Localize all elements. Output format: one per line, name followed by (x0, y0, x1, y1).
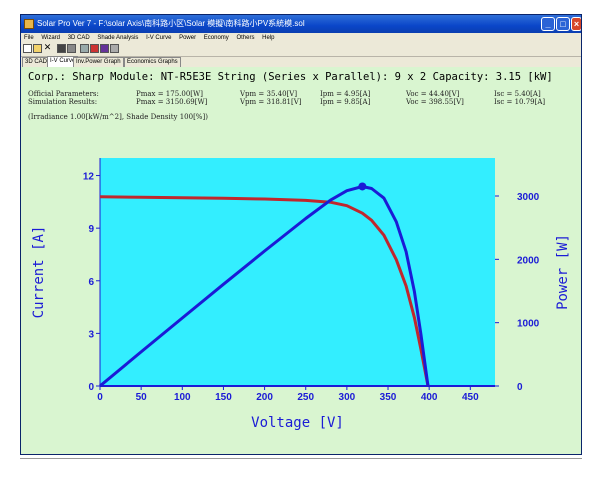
menu-economy[interactable]: Economy (204, 35, 229, 41)
y2-tick-label: 3000 (517, 192, 540, 203)
cut-icon[interactable]: ✕ (43, 43, 52, 53)
x-tick-label: 400 (421, 392, 438, 403)
tab-economics-graphs[interactable]: Economics Graphs (124, 57, 181, 67)
photo-icon[interactable] (100, 44, 109, 53)
window-bottom-edge (20, 458, 582, 459)
menu-others[interactable]: Others (236, 35, 254, 41)
y-tick-label: 0 (88, 382, 94, 393)
menu-power[interactable]: Power (179, 35, 196, 41)
toolbar: ✕ (21, 43, 581, 57)
y-tick-label: 3 (88, 329, 94, 340)
window-icon[interactable] (110, 44, 119, 53)
menu-iv-curve[interactable]: I-V Curve (146, 35, 171, 41)
menu-bar: File Wizard 3D CAD Shade Analysis I-V Cu… (21, 33, 581, 43)
menu-shade-analysis[interactable]: Shade Analysis (97, 35, 138, 41)
x-axis-title: Voltage [V] (251, 415, 344, 431)
y2-tick-label: 1000 (517, 319, 540, 330)
tab-3d-cad[interactable]: 3D CAD (22, 57, 51, 67)
minimize-button[interactable]: _ (541, 17, 555, 31)
tab-inv-power-graph[interactable]: Inv.Power Graph (73, 57, 124, 67)
color-icon[interactable] (90, 44, 99, 53)
iv-curve-chart: 0 50 100 150 200 250 300 350 400 450 0 3 6 9 12 0 1000 20… (31, 158, 571, 431)
menu-wizard[interactable]: Wizard (41, 35, 60, 41)
window-title: Solar Pro Ver 7 - F:\solar Axis\南科路小区\So… (37, 19, 305, 28)
x-tick-label: 450 (462, 392, 479, 403)
y2-axis-title: Power [W] (555, 234, 571, 310)
title-bar[interactable]: Solar Pro Ver 7 - F:\solar Axis\南科路小区\So… (21, 15, 581, 33)
new-icon[interactable] (23, 44, 32, 53)
plot-area (100, 158, 495, 386)
open-icon[interactable] (33, 44, 42, 53)
print-icon[interactable] (67, 44, 76, 53)
y-tick-label: 12 (83, 172, 95, 183)
x-tick-label: 50 (136, 392, 148, 403)
x-tick-label: 0 (97, 392, 103, 403)
x-tick-label: 350 (380, 392, 397, 403)
x-tick-label: 200 (256, 392, 273, 403)
x-tick-label: 300 (339, 392, 356, 403)
y2-tick-label: 0 (517, 382, 523, 393)
menu-help[interactable]: Help (262, 35, 274, 41)
tab-strip: 3D CAD I-V Curve Inv.Power Graph Economi… (21, 56, 581, 67)
x-tick-label: 150 (215, 392, 232, 403)
x-tick-label: 100 (174, 392, 191, 403)
x-tick-label: 250 (297, 392, 314, 403)
y-tick-label: 6 (88, 277, 94, 288)
iv-curve-panel: Corp.: Sharp Module: NT-R5E3E String (Se… (21, 67, 581, 454)
app-window: Solar Pro Ver 7 - F:\solar Axis\南科路小区\So… (20, 14, 582, 455)
maximize-button[interactable]: □ (556, 17, 570, 31)
menu-file[interactable]: File (24, 35, 34, 41)
y-tick-label: 9 (88, 224, 94, 235)
y-axis-title: Current [A] (31, 226, 47, 319)
save-icon[interactable] (57, 44, 66, 53)
close-button[interactable]: × (571, 17, 581, 31)
y2-tick-label: 2000 (517, 255, 540, 266)
max-power-point (358, 182, 367, 191)
chart-icon[interactable] (80, 44, 89, 53)
app-icon (24, 19, 34, 29)
menu-3d-cad[interactable]: 3D CAD (68, 35, 90, 41)
